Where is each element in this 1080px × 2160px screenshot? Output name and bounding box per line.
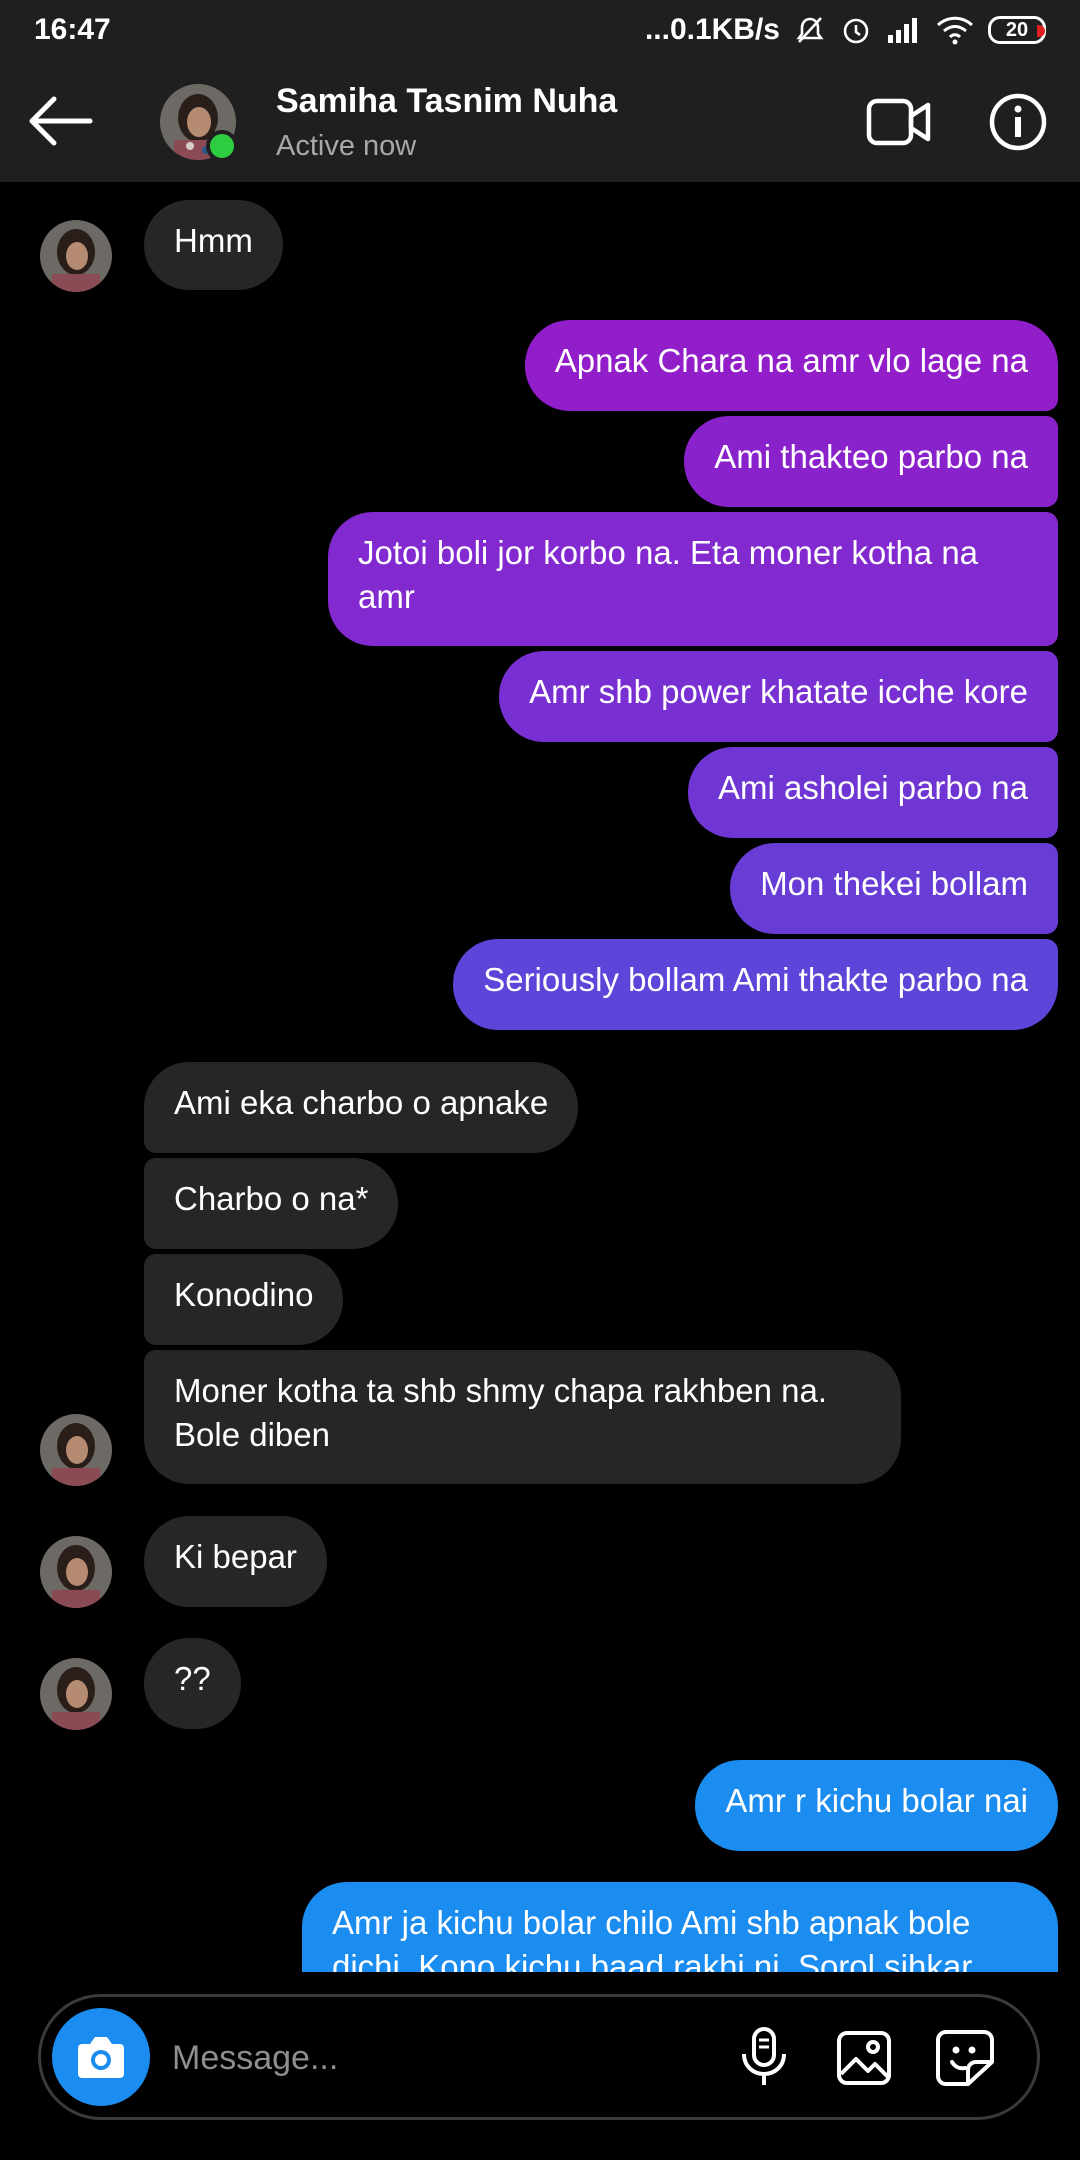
camera-button[interactable]: [52, 2008, 150, 2106]
message-bubble[interactable]: Mon thekei bollam: [730, 843, 1058, 934]
microphone-icon: [742, 2027, 786, 2085]
message-bubble[interactable]: Seriously bollam Ami thakte parbo na: [453, 939, 1058, 1030]
message-text: Ami eka charbo o apnake: [174, 1084, 549, 1121]
message-text: Amr r kichu bolar nai: [725, 1782, 1028, 1819]
message-text: Hmm: [174, 222, 253, 259]
gallery-icon: [837, 2031, 891, 2085]
message-text: Jotoi boli jor korbo na. Eta moner kotha…: [358, 534, 979, 615]
video-call-button[interactable]: [866, 96, 932, 148]
message-text: Charbo o na*: [174, 1180, 369, 1217]
battery-level: 20: [1005, 18, 1029, 41]
battery-icon: 20: [988, 16, 1046, 44]
message-input[interactable]: [170, 2022, 694, 2094]
message-text: Amr ja kichu bolar chilo Ami shb apnak b…: [332, 1904, 973, 1972]
contact-name[interactable]: Samiha Tasnim Nuha: [276, 82, 617, 121]
message-bubble[interactable]: Amr r kichu bolar nai: [695, 1760, 1058, 1851]
message-bubble[interactable]: Ki bepar: [144, 1516, 327, 1607]
message-bubble[interactable]: Charbo o na*: [144, 1158, 399, 1249]
message-text: Ki bepar: [174, 1538, 297, 1575]
message-text: Ami thakteo parbo na: [714, 438, 1028, 475]
sticker-icon: [936, 2030, 994, 2086]
network-speed: ...0.1KB/s: [644, 13, 780, 46]
message-bubble[interactable]: Apnak Chara na amr vlo lage na: [524, 320, 1058, 411]
contact-status: Active now: [276, 130, 417, 162]
message-bubble[interactable]: Ami asholei parbo na: [687, 747, 1058, 838]
message-bubble[interactable]: Hmm: [144, 200, 283, 290]
message-text: ??: [174, 1660, 211, 1697]
avatar[interactable]: [40, 1414, 112, 1486]
message-text: Mon thekei bollam: [760, 865, 1028, 902]
message-text: Apnak Chara na amr vlo lage na: [554, 342, 1028, 379]
wifi-icon: [936, 16, 974, 45]
message-bubble[interactable]: Ami thakteo parbo na: [684, 416, 1058, 507]
avatar[interactable]: [40, 1536, 112, 1608]
microphone-button[interactable]: [738, 2026, 790, 2088]
message-text: Moner kotha ta shb shmy chapa rakhben na…: [174, 1372, 828, 1453]
message-bubble[interactable]: Ami eka charbo o apnake: [144, 1062, 579, 1153]
message-bubble[interactable]: Moner kotha ta shb shmy chapa rakhben na…: [144, 1350, 901, 1484]
info-icon: [989, 93, 1047, 151]
message-text: Konodino: [174, 1276, 314, 1313]
message-bubble[interactable]: Konodino: [144, 1254, 344, 1345]
avatar[interactable]: [40, 1658, 112, 1730]
message-text: Seriously bollam Ami thakte parbo na: [483, 961, 1028, 998]
message-bubble[interactable]: Amr shb power khatate icche kore: [499, 651, 1058, 742]
info-button[interactable]: [988, 92, 1048, 152]
video-call-icon: [866, 98, 931, 146]
message-bubble[interactable]: Jotoi boli jor korbo na. Eta moner kotha…: [328, 512, 1058, 646]
bell-muted-icon: [796, 17, 824, 43]
sticker-button[interactable]: [934, 2028, 996, 2088]
status-icons: ...0.1KB/s 20: [645, 13, 1046, 47]
back-button[interactable]: [26, 90, 96, 152]
online-indicator: [206, 130, 238, 162]
message-bubble[interactable]: ??: [144, 1638, 241, 1729]
back-arrow-icon: [29, 96, 93, 146]
message-text: Ami asholei parbo na: [717, 769, 1028, 806]
gallery-button[interactable]: [836, 2030, 892, 2086]
chat-header: Samiha Tasnim Nuha Active now: [0, 60, 1080, 182]
message-text: Amr shb power khatate icche kore: [529, 673, 1028, 710]
alarm-icon: [843, 18, 869, 44]
status-bar: 16:47 ...0.1KB/s 20: [0, 0, 1080, 60]
signal-icon: [888, 18, 917, 43]
avatar[interactable]: [40, 220, 112, 292]
message-bubble[interactable]: Amr ja kichu bolar chilo Ami shb apnak b…: [302, 1882, 1058, 1972]
status-time: 16:47: [34, 13, 111, 46]
camera-icon: [78, 2037, 124, 2078]
message-thread[interactable]: Hmm Apnak Chara na amr vlo lage na Ami t…: [0, 182, 1080, 1972]
